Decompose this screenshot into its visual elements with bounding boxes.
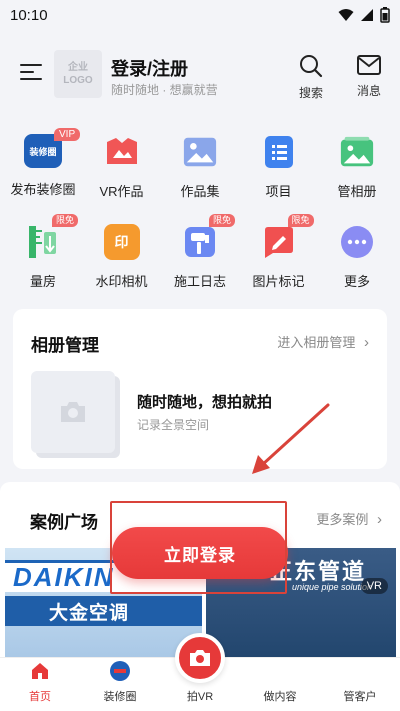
tab-home[interactable]: 首页 xyxy=(5,660,75,704)
tab-label: 拍VR xyxy=(186,691,214,703)
free-badge: 限免 xyxy=(287,214,314,227)
menu-icon[interactable] xyxy=(20,64,42,82)
watermark-glyph: 印 xyxy=(114,234,129,250)
login-register-link[interactable]: 登录/注册 xyxy=(111,55,188,81)
status-bar: 10:10 xyxy=(0,0,400,30)
chevron-right-icon: › xyxy=(364,334,369,351)
logo-line1: 企业 xyxy=(68,62,88,73)
tab-renovation-circle[interactable]: 装修圈 xyxy=(85,660,155,704)
daikin-cn-text: 大金空调 xyxy=(5,596,202,626)
manage-customer-icon xyxy=(349,660,371,682)
grid-item-watermark-camera[interactable]: 印 水印相机 xyxy=(85,220,159,310)
annotation-highlight-box xyxy=(110,501,287,594)
construction-log-icon xyxy=(182,224,218,260)
wifi-icon xyxy=(338,9,354,21)
album-card-sub-text: 记录全景空间 xyxy=(137,418,210,432)
grid-label: 发布装修圈 xyxy=(10,182,76,197)
grid-label: 项目 xyxy=(265,184,292,199)
album-card-link-label: 进入相册管理 xyxy=(277,335,356,350)
image-mark-icon xyxy=(261,224,297,260)
tab-label: 首页 xyxy=(29,691,51,703)
portfolio-icon xyxy=(182,134,218,170)
grid-label: 量房 xyxy=(29,274,56,289)
watermark-camera-icon: 印 xyxy=(103,224,140,260)
camera-fab-button[interactable] xyxy=(175,633,225,683)
home-icon xyxy=(32,663,48,679)
grid-item-measure-room[interactable]: 限免 量房 xyxy=(6,214,80,310)
more-cases-link[interactable]: 更多案例 › xyxy=(316,509,382,528)
grid-item-construction-log[interactable]: 限免 施工日志 xyxy=(163,214,237,310)
renovation-circle-tab-icon xyxy=(110,661,130,681)
free-badge: 限免 xyxy=(209,214,236,227)
signal-icon xyxy=(361,9,373,21)
grid-item-album-manage[interactable]: 管相册 xyxy=(320,130,394,220)
more-icon xyxy=(339,224,375,260)
battery-icon xyxy=(380,7,390,23)
free-badge: 限免 xyxy=(52,214,79,227)
messages-button[interactable]: 消息 xyxy=(349,54,389,99)
mail-icon xyxy=(357,55,381,75)
album-placeholder-image[interactable] xyxy=(31,371,115,453)
create-content-icon xyxy=(269,660,291,682)
company-logo-placeholder[interactable]: 企业 LOGO xyxy=(54,50,102,98)
grid-item-project[interactable]: 项目 xyxy=(242,130,316,220)
search-button[interactable]: 搜索 xyxy=(291,54,331,101)
grid-item-more[interactable]: 更多 xyxy=(320,220,394,310)
album-card: 相册管理 进入相册管理 › 随时随地，想拍就拍 记录全景空间 xyxy=(13,309,387,469)
vip-badge: VIP xyxy=(54,128,81,141)
album-manage-icon xyxy=(339,134,375,170)
slogan-text: 随时随地 · 想赢就营 xyxy=(111,83,218,97)
grid-label: VR作品 xyxy=(99,184,144,199)
search-label: 搜索 xyxy=(298,86,323,100)
grid-label: 图片标记 xyxy=(252,274,305,289)
album-card-main-text: 随时随地，想拍就拍 xyxy=(137,394,273,411)
messages-label: 消息 xyxy=(356,84,381,98)
chevron-right-icon: › xyxy=(377,511,382,528)
status-time: 10:10 xyxy=(10,6,48,24)
measure-room-icon xyxy=(25,224,61,260)
camera-placeholder-icon xyxy=(61,402,85,422)
tab-label: 管客户 xyxy=(343,691,377,703)
more-cases-label: 更多案例 xyxy=(316,512,369,527)
grid-label: 更多 xyxy=(343,274,370,289)
tab-create-content[interactable]: 做内容 xyxy=(245,660,315,704)
grid-label: 作品集 xyxy=(180,184,220,199)
camera-icon xyxy=(190,650,210,666)
grid-item-vr-works[interactable]: VR作品 xyxy=(85,130,159,220)
renovation-glyph: 装修圈 xyxy=(29,146,57,157)
tab-label: 做内容 xyxy=(263,691,297,703)
logo-line2: LOGO xyxy=(63,75,93,86)
tab-label: 装修圈 xyxy=(103,691,137,703)
search-icon xyxy=(300,55,323,78)
tab-manage-customer[interactable]: 管客户 xyxy=(325,660,395,704)
grid-item-image-mark[interactable]: 限免 图片标记 xyxy=(242,214,316,310)
grid-label: 水印相机 xyxy=(95,274,148,289)
vr-tag: VR xyxy=(360,578,388,594)
album-card-link[interactable]: 进入相册管理 › xyxy=(277,332,369,351)
grid-item-renovation-circle[interactable]: 装修圈 VIP 发布装修圈 xyxy=(6,128,81,220)
pipe-slogan-text: unique pipe solution xyxy=(292,582,373,592)
grid-label: 管相册 xyxy=(337,184,377,199)
project-icon xyxy=(261,134,297,170)
grid-item-portfolio[interactable]: 作品集 xyxy=(163,130,237,220)
feature-grid: 装修圈 VIP 发布装修圈 VR作品 作品集 项目 管相册 限免 量房 印 水印… xyxy=(0,128,400,310)
vr-works-icon xyxy=(104,134,140,170)
header: 企业 LOGO 登录/注册 随时随地 · 想赢就营 搜索 消息 xyxy=(0,40,400,110)
grid-label: 施工日志 xyxy=(173,274,226,289)
cases-title: 案例广场 xyxy=(30,513,98,532)
album-card-title: 相册管理 xyxy=(31,336,99,355)
